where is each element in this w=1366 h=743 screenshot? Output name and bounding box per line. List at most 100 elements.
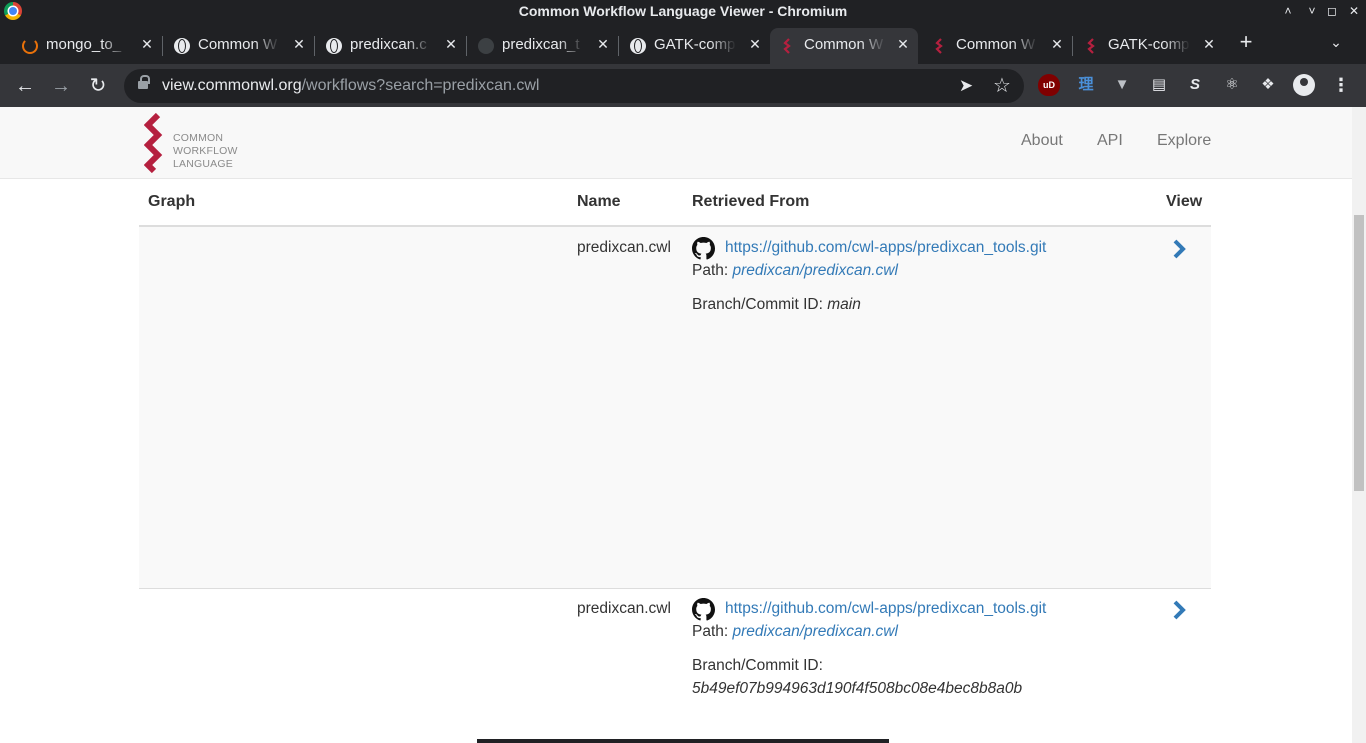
github-icon xyxy=(478,38,494,54)
extensions-puzzle-icon[interactable]: ❖ xyxy=(1257,74,1279,96)
workflow-name: predixcan.cwl xyxy=(577,239,671,256)
ublock-extension-icon[interactable]: uD xyxy=(1038,74,1060,96)
view-chevron-icon[interactable] xyxy=(1169,237,1189,261)
logo-line: LANGUAGE xyxy=(173,158,233,170)
tab-predixcan-tools[interactable]: predixcan_t ✕ xyxy=(468,28,619,64)
path-label: Path: xyxy=(692,623,729,640)
globe-icon xyxy=(326,38,342,54)
tab-label: Common W xyxy=(198,36,280,53)
window-title: Common Workflow Language Viewer - Chromi… xyxy=(518,3,848,19)
vue-extension-icon[interactable]: ▼ xyxy=(1111,74,1133,96)
table-row: predixcan.cwl https://github.com/cwl-app… xyxy=(139,227,1211,588)
close-window-icon[interactable]: ✕ xyxy=(1344,2,1364,20)
path-line: Path: predixcan/predixcan.cwl xyxy=(692,262,898,280)
reader-extension-icon[interactable]: ▤ xyxy=(1148,74,1170,96)
dictionary-extension-icon[interactable]: 理 xyxy=(1075,74,1097,96)
nav-api-link[interactable]: API xyxy=(1097,132,1123,150)
tab-label: GATK-comp xyxy=(654,36,736,53)
tab-search-button[interactable]: ⌄ xyxy=(1326,32,1346,52)
repo-link[interactable]: https://github.com/cwl-apps/predixcan_to… xyxy=(725,600,1046,618)
tab-common-workflow[interactable]: Common W ✕ xyxy=(164,28,315,64)
restore-icon[interactable]: ˅ xyxy=(1302,2,1322,20)
tab-common-workflow-active[interactable]: Common W ✕ xyxy=(770,28,918,64)
globe-icon xyxy=(630,38,646,54)
maximize-icon[interactable]: ◻ xyxy=(1322,2,1342,20)
mongo-icon xyxy=(22,38,38,54)
tab-close-icon[interactable]: ✕ xyxy=(746,35,764,53)
cwl-icon xyxy=(1084,38,1100,54)
back-button[interactable]: ← xyxy=(12,73,38,99)
tab-close-icon[interactable]: ✕ xyxy=(894,35,912,53)
repo-link[interactable]: https://github.com/cwl-apps/predixcan_to… xyxy=(725,239,1046,257)
cwl-logo[interactable]: COMMON WORKFLOW LANGUAGE xyxy=(143,112,244,174)
tab-predixcan[interactable]: predixcan.c ✕ xyxy=(316,28,467,64)
tab-separator xyxy=(466,36,467,56)
branch-line: Branch/Commit ID: main xyxy=(692,296,861,314)
minimize-icon[interactable]: ˄ xyxy=(1278,2,1298,20)
github-icon xyxy=(692,598,715,621)
s-extension-icon[interactable]: S xyxy=(1184,74,1206,96)
tab-close-icon[interactable]: ✕ xyxy=(138,35,156,53)
table-row: predixcan.cwl https://github.com/cwl-app… xyxy=(139,589,1211,743)
nav-explore-link[interactable]: Explore xyxy=(1157,132,1211,150)
profile-avatar-icon[interactable] xyxy=(1293,74,1315,96)
path-label: Path: xyxy=(692,262,729,279)
path-link[interactable]: predixcan/predixcan.cwl xyxy=(733,262,898,279)
url-host: view.commonwl.org xyxy=(162,77,302,94)
react-extension-icon[interactable]: ⚛ xyxy=(1221,74,1243,96)
tab-label: GATK-comp xyxy=(1108,36,1190,53)
horizontal-overlay-bar xyxy=(477,739,889,743)
forward-button[interactable]: → xyxy=(48,73,74,99)
tab-separator xyxy=(162,36,163,56)
browser-toolbar: ← → ↻ view.commonwl.org/workflows?search… xyxy=(0,64,1366,107)
tab-label: Common W xyxy=(804,36,886,53)
branch-value: main xyxy=(827,296,861,313)
cwl-icon xyxy=(932,38,948,54)
url-text[interactable]: view.commonwl.org/workflows?search=predi… xyxy=(162,77,539,95)
tab-gatk[interactable]: GATK-comp ✕ xyxy=(620,28,770,64)
tab-mongo[interactable]: mongo_to_ ✕ xyxy=(12,28,163,64)
tab-label: predixcan.c xyxy=(350,36,432,53)
site-navbar: COMMON WORKFLOW LANGUAGE About API Explo… xyxy=(0,107,1352,179)
reload-button[interactable]: ↻ xyxy=(85,73,111,99)
cwl-logo-icon xyxy=(143,112,163,174)
tab-close-icon[interactable]: ✕ xyxy=(594,35,612,53)
tab-gatk-2[interactable]: GATK-comp ✕ xyxy=(1074,28,1224,64)
header-view: View xyxy=(1166,193,1203,210)
tab-label: Common W xyxy=(956,36,1038,53)
cwl-icon xyxy=(780,38,796,54)
view-chevron-icon[interactable] xyxy=(1169,598,1189,622)
tab-label: predixcan_t xyxy=(502,36,584,53)
tab-close-icon[interactable]: ✕ xyxy=(1200,35,1218,53)
address-bar[interactable]: view.commonwl.org/workflows?search=predi… xyxy=(124,69,1024,103)
lock-icon[interactable] xyxy=(138,75,150,92)
tab-close-icon[interactable]: ✕ xyxy=(290,35,308,53)
tab-close-icon[interactable]: ✕ xyxy=(1048,35,1066,53)
branch-label: Branch/Commit ID: xyxy=(692,296,823,313)
page-scrollbar[interactable] xyxy=(1352,107,1366,743)
scrollbar-thumb[interactable] xyxy=(1354,215,1364,491)
browser-menu-icon[interactable]: ⋮ xyxy=(1330,74,1352,96)
globe-icon xyxy=(174,38,190,54)
new-tab-button[interactable]: + xyxy=(1235,31,1257,54)
page-viewport: COMMON WORKFLOW LANGUAGE About API Explo… xyxy=(0,107,1352,743)
branch-label: Branch/Commit ID: xyxy=(692,657,823,674)
tab-separator xyxy=(1072,36,1073,56)
path-link[interactable]: predixcan/predixcan.cwl xyxy=(733,623,898,640)
header-name: Name xyxy=(577,193,621,210)
github-icon xyxy=(692,237,715,260)
tab-separator xyxy=(618,36,619,56)
window-titlebar: Common Workflow Language Viewer - Chromi… xyxy=(0,0,1366,24)
logo-line: WORKFLOW xyxy=(173,145,238,157)
bookmark-star-icon[interactable]: ☆ xyxy=(992,76,1012,96)
nav-about-link[interactable]: About xyxy=(1021,132,1063,150)
tab-strip: mongo_to_ ✕ Common W ✕ predixcan.c ✕ pre… xyxy=(0,24,1366,64)
workflow-name: predixcan.cwl xyxy=(577,600,671,617)
header-retrieved-from: Retrieved From xyxy=(692,193,810,210)
url-path: /workflows?search=predixcan.cwl xyxy=(301,77,540,94)
tab-label: mongo_to_ xyxy=(46,36,128,53)
tab-close-icon[interactable]: ✕ xyxy=(442,35,460,53)
send-tab-icon[interactable]: ➤ xyxy=(956,76,976,96)
tab-common-workflow-2[interactable]: Common W ✕ xyxy=(922,28,1073,64)
header-graph: Graph xyxy=(148,193,196,210)
